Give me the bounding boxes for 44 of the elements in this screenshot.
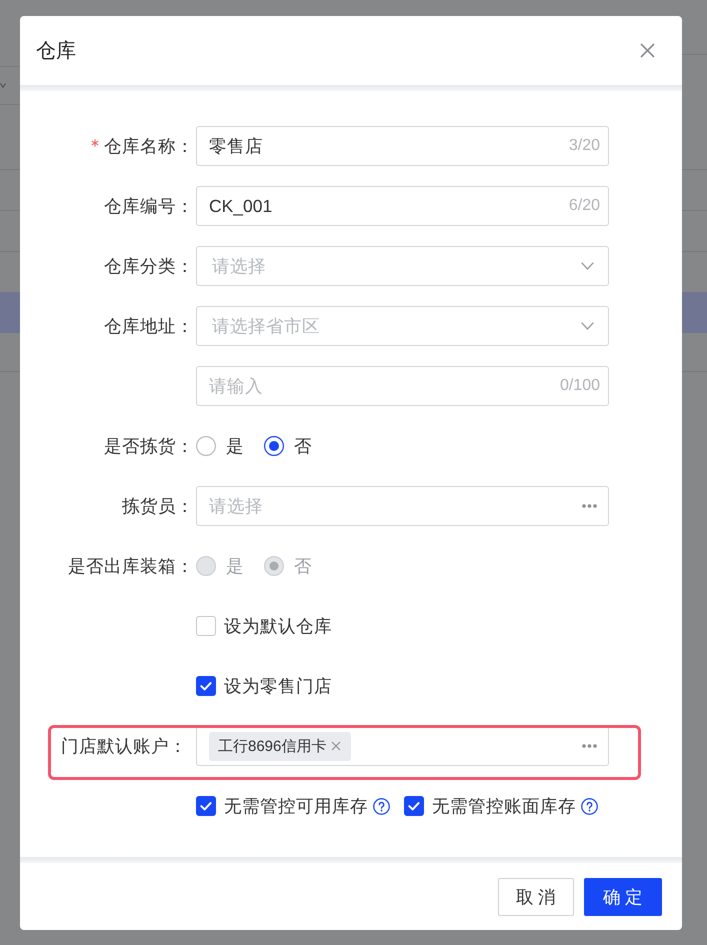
highlighted-row [682,292,707,333]
select-field[interactable]: 请选择 [196,246,609,286]
cancel-button[interactable]: 取消 [498,878,574,916]
char-counter: 0/100 [560,376,600,396]
help-icon[interactable] [373,798,390,814]
confirm-button[interactable]: 确定 [584,878,662,916]
close-icon[interactable] [331,741,342,751]
help-icon[interactable] [581,798,598,814]
checkbox-label: 设为零售门店 [224,675,332,698]
close-icon[interactable] [640,43,655,58]
dialog-title: 仓库 [36,39,76,64]
chevron-down-icon[interactable] [581,322,594,330]
caret-icon [0,83,6,88]
char-counter: 3/20 [568,136,600,156]
chevron-down-icon[interactable] [581,262,594,270]
radio-button[interactable] [196,436,216,456]
more-icon[interactable] [582,744,597,748]
radio-button[interactable] [264,436,284,456]
highlighted-row [0,292,20,333]
checkbox-label: 设为默认仓库 [224,615,332,638]
checkbox[interactable] [196,616,216,636]
picker-field[interactable]: 请选择 [196,486,609,526]
field-label: 是否出库装箱： [68,555,194,578]
field-label: 仓库地址： [104,315,194,338]
radio-label: 是 [226,435,244,458]
field-label: 仓库名称： [104,135,194,158]
radio-label: 否 [294,435,312,458]
picker-field[interactable]: 工行8696信用卡 [196,726,609,766]
radio-label: 否 [294,555,312,578]
checkbox[interactable] [196,796,216,816]
field-label: 仓库分类： [104,255,194,278]
field-label: 门店默认账户： [61,735,187,758]
char-counter: 6/20 [568,196,600,216]
checkbox[interactable] [196,676,216,696]
checkbox[interactable] [404,796,424,816]
field-label: 仓库编号： [104,195,194,218]
field-label: 是否拣货： [104,435,194,458]
select-field[interactable]: 请选择省市区 [196,306,609,346]
tag-label: 工行8696信用卡 [218,736,326,756]
checkbox-label: 无需管控账面库存 [432,795,576,818]
checkbox-label: 无需管控可用库存 [224,795,368,818]
radio-label: 是 [226,555,244,578]
field-label: 拣货员： [122,495,194,518]
more-icon[interactable] [582,504,597,508]
